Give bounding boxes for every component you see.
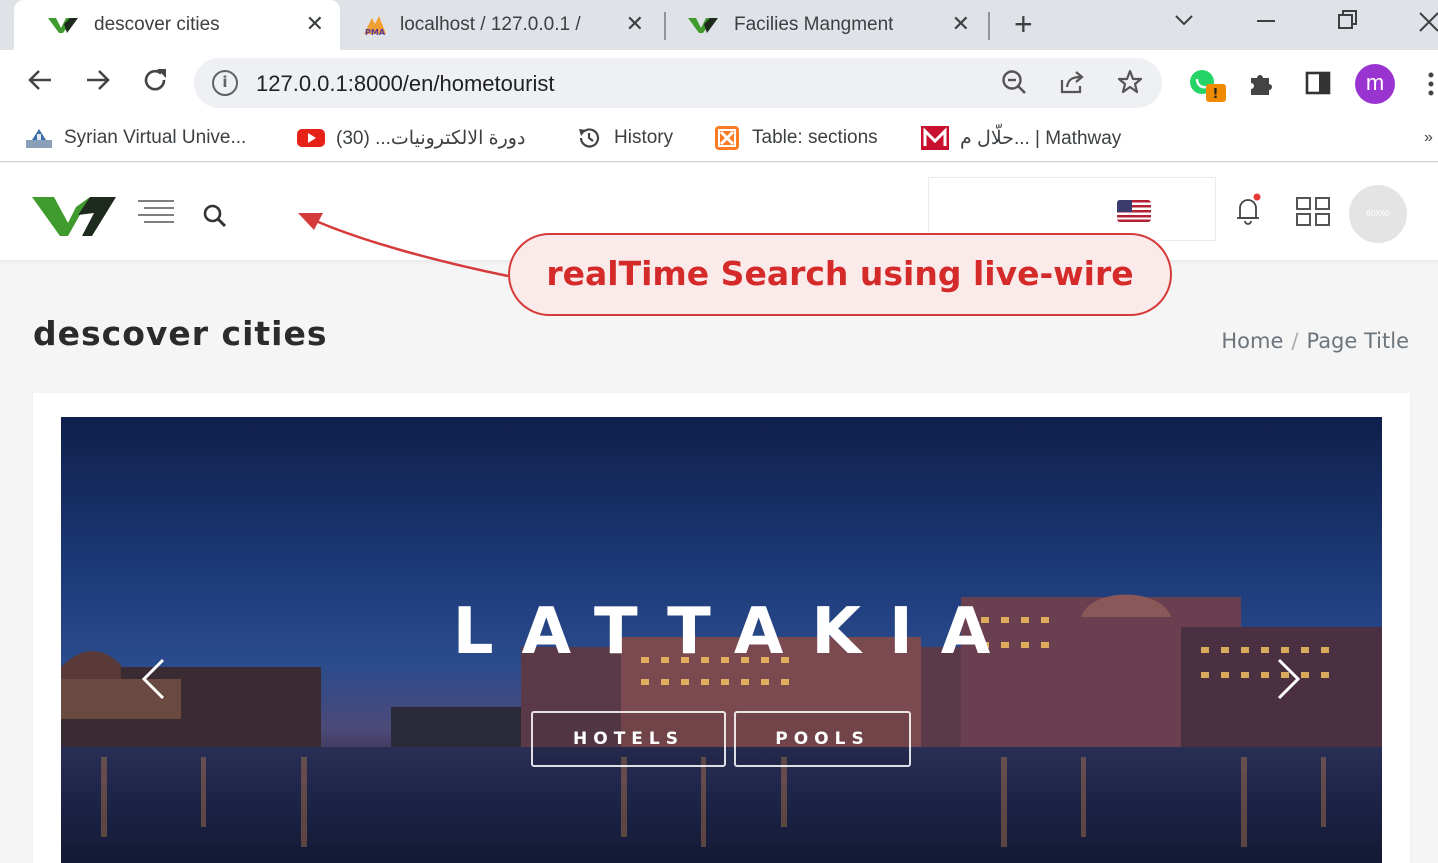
breadcrumb-separator: / (1291, 329, 1299, 353)
tab-search-chevron-icon[interactable] (1172, 8, 1196, 40)
bookmark-label: دورة الالكترونيات... (30) (336, 127, 526, 149)
hotels-button[interactable]: HOTELS (531, 711, 726, 767)
phpmyadmin-icon: PMA (362, 15, 392, 36)
side-panel-icon[interactable] (1304, 69, 1332, 102)
menu-hamburger-icon[interactable] (138, 199, 174, 230)
annotation-callout: realTime Search using live-wire (508, 233, 1172, 316)
tab-divider (988, 12, 990, 40)
slider-prev-arrow-icon[interactable] (139, 657, 167, 706)
bookmark-star-icon[interactable] (1116, 68, 1144, 104)
restore-icon[interactable] (1336, 8, 1358, 40)
slider-next-arrow-icon[interactable] (1275, 657, 1303, 706)
mathway-icon (920, 126, 950, 150)
breadcrumb-home-link[interactable]: Home (1221, 329, 1283, 353)
tab-descover-cities[interactable]: descover cities ✕ (14, 0, 340, 50)
browser-toolbar: i 127.0.0.1:8000/en/hometourist ! m (0, 50, 1438, 116)
svu-icon (24, 126, 54, 150)
tab-phpmyadmin[interactable]: PMA localhost / 127.0.0.1 / ✕ (328, 0, 660, 50)
notification-bell-icon[interactable] (1234, 193, 1266, 232)
tab-title: localhost / 127.0.0.1 / (400, 14, 581, 35)
back-arrow-icon[interactable] (26, 66, 54, 101)
tab-title: descover cities (94, 14, 220, 35)
zoom-out-icon[interactable] (1000, 68, 1028, 104)
extensions-puzzle-icon[interactable] (1247, 69, 1275, 102)
vaspire-logo-icon (688, 15, 718, 35)
svg-text:PMA: PMA (365, 28, 386, 36)
youtube-icon (296, 126, 326, 150)
vaspire-logo-icon (48, 15, 78, 35)
new-tab-icon[interactable]: + (1014, 6, 1033, 42)
bookmark-label: حلّال م... | Mathway (960, 127, 1122, 149)
svg-text:!: ! (1213, 87, 1219, 102)
pools-button[interactable]: POOLS (734, 711, 911, 767)
whatsapp-extension-icon[interactable]: ! (1188, 68, 1230, 109)
close-tab-icon[interactable]: ✕ (306, 13, 324, 35)
share-icon[interactable] (1058, 68, 1086, 104)
browser-menu-icon[interactable] (1426, 70, 1436, 103)
page-title: descover cities (33, 314, 328, 353)
xampp-icon (712, 126, 742, 150)
bookmarks-overflow-icon[interactable]: » (1424, 123, 1433, 153)
site-info-icon[interactable]: i (212, 70, 238, 96)
bookmark-svu[interactable]: Syrian Virtual Unive... (24, 123, 246, 153)
history-icon (574, 126, 604, 150)
vaspire-logo-icon[interactable] (32, 193, 116, 242)
breadcrumb-current: Page Title (1306, 329, 1409, 353)
forward-arrow-icon[interactable] (84, 66, 112, 101)
apps-grid-icon[interactable] (1296, 197, 1330, 232)
bookmark-table-sections[interactable]: Table: sections (712, 123, 878, 153)
bookmark-label: Syrian Virtual Unive... (64, 127, 247, 148)
close-tab-icon[interactable]: ✕ (952, 13, 970, 35)
tab-strip: descover cities ✕ PMA localhost / 127.0.… (0, 0, 1438, 50)
tab-facilies-mangment[interactable]: Facilies Mangment ✕ (654, 0, 986, 50)
bookmark-mathway[interactable]: حلّال م... | Mathway (920, 123, 1121, 153)
tab-title: Facilies Mangment (734, 14, 894, 35)
url-text[interactable]: 127.0.0.1:8000/en/hometourist (256, 71, 554, 97)
bookmark-label: Table: sections (752, 127, 878, 148)
close-tab-icon[interactable]: ✕ (626, 13, 644, 35)
bookmark-history[interactable]: History (574, 123, 673, 153)
user-avatar[interactable]: 60X60 (1349, 185, 1407, 243)
breadcrumb: Home / Page Title (1221, 329, 1409, 353)
language-selector[interactable] (928, 177, 1216, 241)
close-window-icon[interactable] (1418, 8, 1438, 40)
slide-title: LATTAKIA (452, 595, 1019, 669)
search-icon[interactable] (202, 203, 228, 234)
minimize-icon[interactable] (1255, 8, 1277, 40)
us-flag-icon (1117, 200, 1151, 222)
bookmark-youtube[interactable]: دورة الالكترونيات... (30) (296, 123, 525, 153)
profile-avatar[interactable]: m (1355, 64, 1395, 104)
reload-icon[interactable] (141, 66, 169, 101)
bookmarks-bar: Syrian Virtual Unive... دورة الالكترونيا… (0, 116, 1438, 162)
address-bar[interactable]: i 127.0.0.1:8000/en/hometourist (194, 58, 1162, 108)
bookmark-label: History (614, 127, 674, 148)
hero-slider: LATTAKIA HOTELS POOLS (61, 417, 1382, 863)
